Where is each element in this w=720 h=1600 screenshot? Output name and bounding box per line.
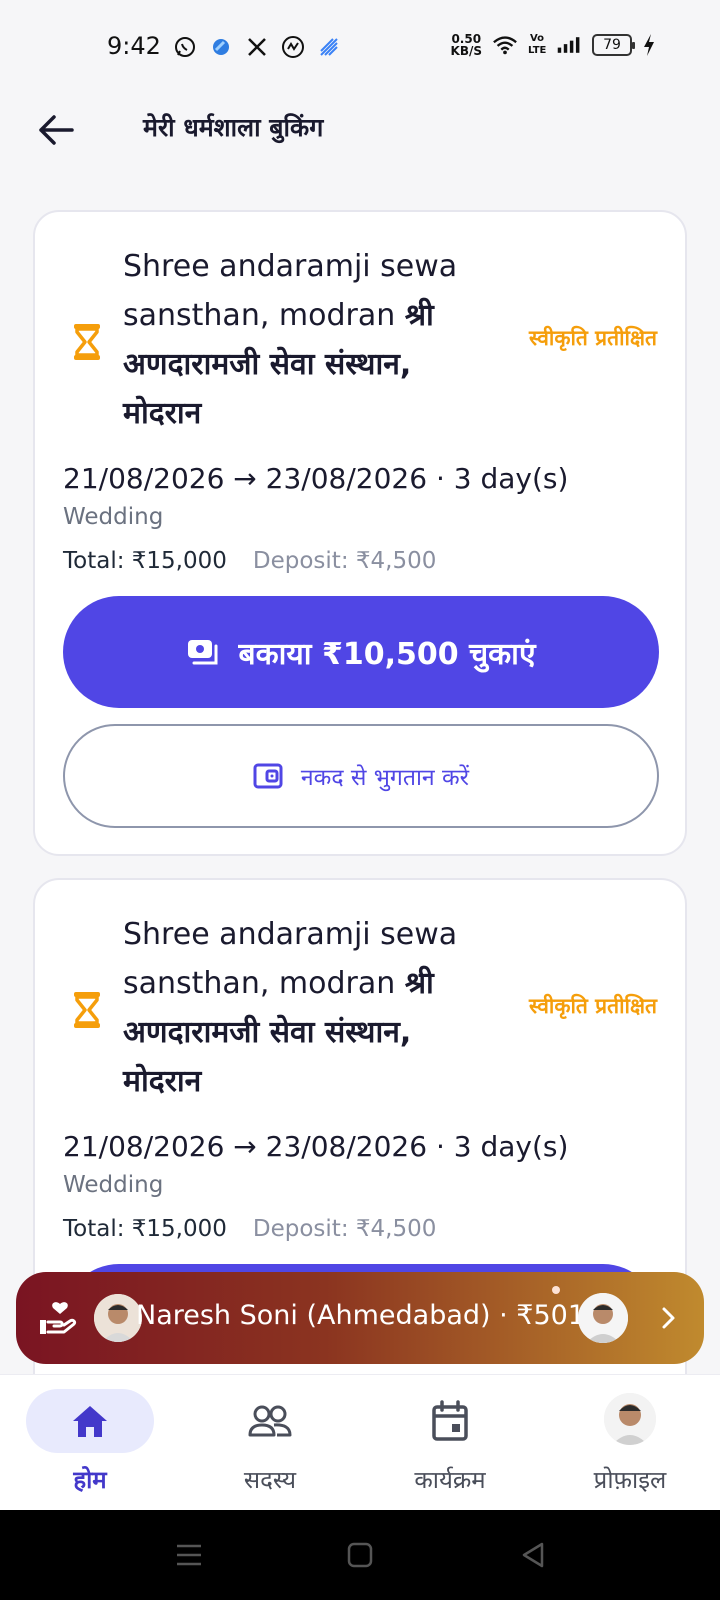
nav-item-events[interactable]: कार्यक्रम xyxy=(360,1375,540,1511)
threads-icon xyxy=(280,34,306,60)
members-icon xyxy=(244,1399,296,1443)
nav-label: कार्यक्रम xyxy=(414,1466,486,1494)
calendar-icon xyxy=(424,1399,476,1443)
status-bar: 9:42 0.50 KB/S Vo LTE 79 xyxy=(0,0,720,96)
charging-icon xyxy=(642,32,656,58)
app-icon xyxy=(208,34,234,60)
booking-amounts: Total: ₹15,000 Deposit: ₹4,500 xyxy=(63,1216,436,1242)
signal-app-icon xyxy=(316,34,342,60)
signal-icon xyxy=(556,32,582,58)
nav-label: सदस्य xyxy=(243,1466,297,1494)
wallet-icon xyxy=(253,763,283,789)
nav-item-home[interactable]: होम xyxy=(0,1375,180,1511)
cash-payment-icon xyxy=(188,640,218,665)
x-icon xyxy=(244,34,270,60)
profile-avatar xyxy=(604,1393,656,1445)
total-amount: Total: ₹15,000 xyxy=(63,548,227,574)
hourglass-icon xyxy=(71,990,103,1030)
chevron-right-icon[interactable] xyxy=(650,1300,686,1336)
app-bar: मेरी धर्मशाला बुकिंग xyxy=(0,96,720,186)
pay-cash-button[interactable]: नकद से भुगतान करें xyxy=(63,724,659,828)
back-triangle-icon[interactable] xyxy=(518,1540,548,1570)
dharamshala-name: Shree andaramji sewa sansthan, modran श्… xyxy=(123,249,458,431)
deposit-amount: Deposit: ₹4,500 xyxy=(252,548,437,574)
nav-item-members[interactable]: सदस्य xyxy=(180,1375,360,1511)
hourglass-icon xyxy=(71,322,103,362)
battery-icon: 79 xyxy=(592,34,635,56)
back-arrow-icon xyxy=(39,115,74,145)
notification-icons xyxy=(172,34,342,60)
donor-avatar xyxy=(578,1293,628,1343)
home-icon xyxy=(64,1399,116,1443)
booking-dates: 21/08/2026 → 23/08/2026 · 3 day(s) xyxy=(63,1130,569,1163)
booking-purpose: Wedding xyxy=(63,504,164,530)
donation-hand-heart-icon xyxy=(38,1300,78,1336)
total-amount: Total: ₹15,000 xyxy=(63,1216,227,1242)
menu-icon[interactable] xyxy=(174,1540,204,1570)
volte-icon: Vo LTE xyxy=(528,33,547,56)
booking-card[interactable]: Shree andaramji sewa sansthan, modran श्… xyxy=(33,210,687,856)
donor-info: Naresh Soni (Ahmedabad) · ₹501 xyxy=(136,1300,586,1331)
booking-dates: 21/08/2026 → 23/08/2026 · 3 day(s) xyxy=(63,462,569,495)
booking-amounts: Total: ₹15,000 Deposit: ₹4,500 xyxy=(63,548,436,574)
nav-item-profile[interactable]: प्रोफ़ाइल xyxy=(540,1375,720,1511)
system-icons: 0.50 KB/S Vo LTE 79 xyxy=(451,32,656,58)
pay-balance-label: बकाया ₹10,500 चुकाएं xyxy=(238,636,536,672)
whatsapp-icon xyxy=(172,34,198,60)
status-badge: स्वीकृति प्रतीक्षित xyxy=(529,994,657,1018)
pay-balance-button[interactable]: बकाया ₹10,500 चुकाएं xyxy=(63,596,659,708)
status-badge: स्वीकृति प्रतीक्षित xyxy=(529,326,657,350)
donor-banner[interactable]: Naresh Soni (Ahmedabad) · ₹501 xyxy=(16,1272,704,1364)
home-button-icon[interactable] xyxy=(345,1540,375,1570)
page-title: मेरी धर्मशाला बुकिंग xyxy=(143,113,324,142)
nav-label: प्रोफ़ाइल xyxy=(593,1466,667,1494)
system-navigation-bar xyxy=(0,1510,720,1600)
deposit-amount: Deposit: ₹4,500 xyxy=(252,1216,437,1242)
dharamshala-name: Shree andaramji sewa sansthan, modran श्… xyxy=(123,917,458,1099)
booking-purpose: Wedding xyxy=(63,1172,164,1198)
donor-avatar xyxy=(94,1294,142,1342)
wifi-icon xyxy=(492,32,518,58)
back-button[interactable] xyxy=(34,108,78,152)
nav-label: होम xyxy=(73,1466,107,1494)
status-time: 9:42 xyxy=(107,32,161,60)
pay-cash-label: नकद से भुगतान करें xyxy=(300,765,470,791)
bottom-navigation: होम सदस्य कार्यक्रम प्रोफ़ाइल xyxy=(0,1374,720,1510)
net-speed: 0.50 KB/S xyxy=(450,32,482,58)
carousel-indicator xyxy=(552,1286,560,1294)
